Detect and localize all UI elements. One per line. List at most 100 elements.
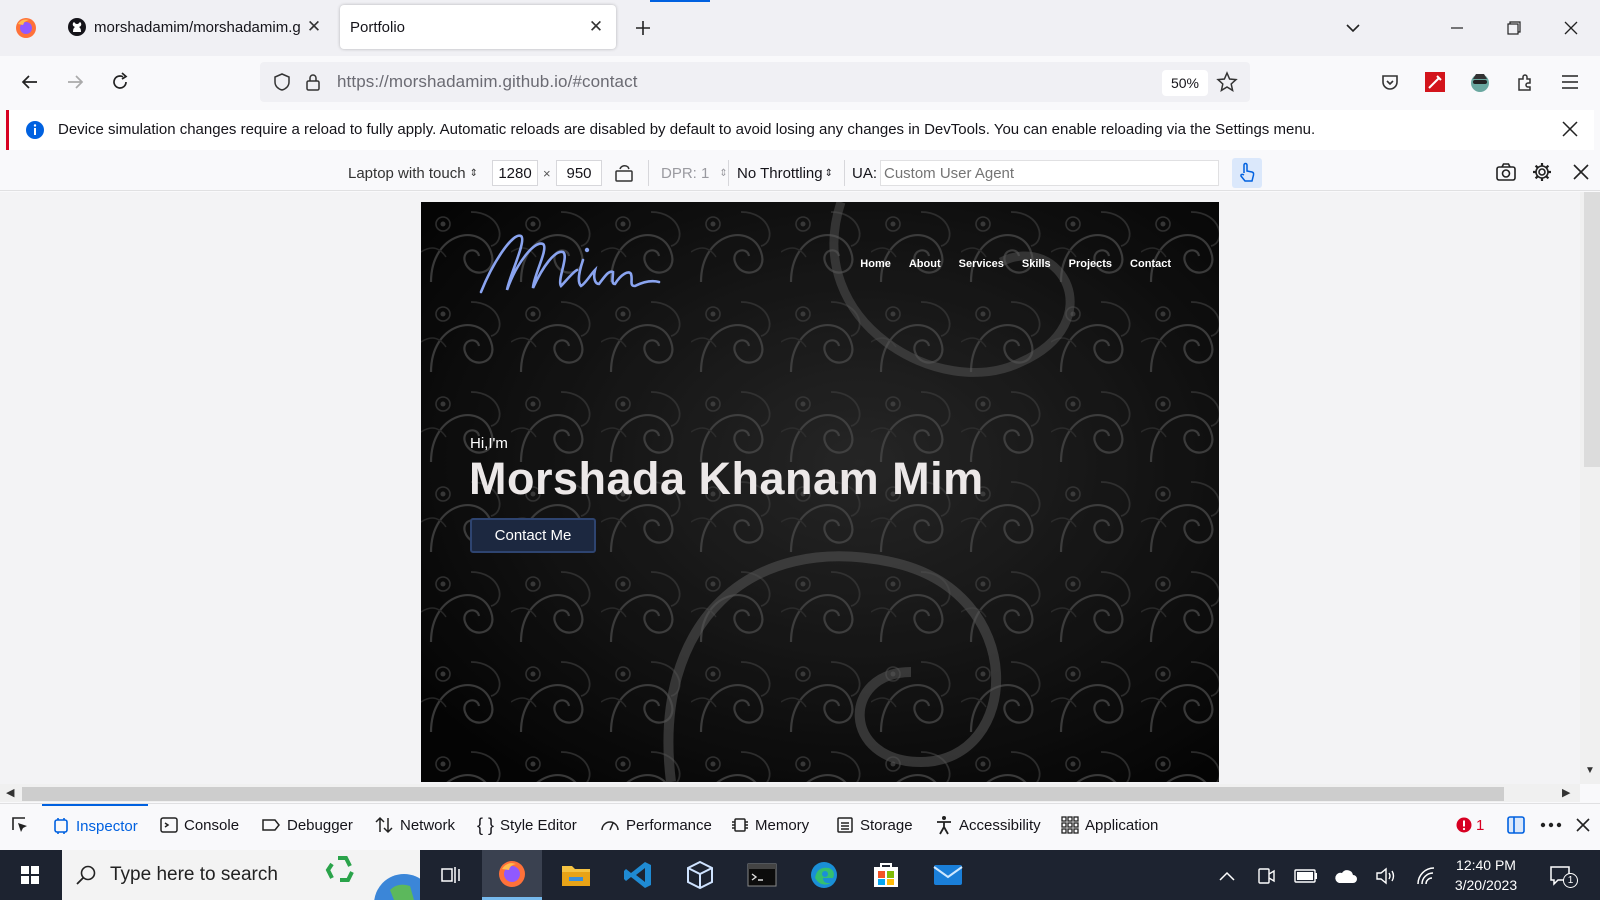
vscode-icon[interactable] [608, 850, 668, 900]
tab-network[interactable]: Network [374, 804, 455, 846]
tab-style-editor[interactable]: { } Style Editor [477, 804, 577, 846]
taskbar-firefox-icon[interactable] [482, 850, 542, 900]
updown-caret-icon: ⇕ [719, 167, 728, 179]
firefox-icon[interactable] [14, 16, 38, 40]
rotate-viewport-icon[interactable] [613, 160, 635, 186]
site-nav-home[interactable]: Home [860, 258, 891, 270]
tab-inspector[interactable]: Inspector [42, 804, 148, 846]
horizontal-scrollbar[interactable]: ◀ ▶ [0, 784, 1580, 802]
task-view-icon[interactable] [420, 850, 480, 900]
error-icon [1456, 817, 1472, 833]
site-navigation: Home About Services Skills Projects Cont… [860, 258, 1171, 270]
viewport-width-input[interactable]: 1280 [492, 160, 538, 186]
site-nav-services[interactable]: Services [959, 258, 1004, 270]
screenshot-camera-icon[interactable] [1495, 161, 1517, 183]
element-picker-icon[interactable] [10, 804, 30, 846]
battery-icon[interactable] [1293, 863, 1319, 889]
restore-button[interactable] [1500, 14, 1528, 42]
tab-github[interactable]: morshadamim/morshadamim.g ✕ [60, 5, 326, 49]
error-count-badge[interactable]: 1 [1456, 804, 1484, 846]
url-bar[interactable]: https://morshadamim.github.io/#contact 5… [260, 62, 1250, 102]
vertical-scrollbar[interactable]: ▼ [1580, 192, 1600, 784]
lock-icon[interactable] [304, 72, 322, 92]
taskbar-search-box[interactable]: Type here to search [62, 850, 420, 900]
dpr-selector[interactable]: DPR: 1 ⇕ [661, 160, 728, 186]
tab-performance[interactable]: Performance [600, 804, 712, 846]
list-all-tabs-button[interactable] [1339, 14, 1367, 42]
site-nav-about[interactable]: About [909, 258, 941, 270]
close-rdm-icon[interactable] [1572, 163, 1590, 181]
site-nav-projects[interactable]: Projects [1069, 258, 1112, 270]
tab-portfolio[interactable]: Portfolio ✕ [340, 5, 616, 49]
site-nav-contact[interactable]: Contact [1130, 258, 1171, 270]
close-window-button[interactable] [1557, 14, 1585, 42]
terminal-icon[interactable] [732, 850, 792, 900]
3d-viewer-cube-icon[interactable] [670, 850, 730, 900]
scroll-left-arrow-icon[interactable]: ◀ [6, 786, 14, 799]
greeting-text: Hi,I'm [470, 435, 508, 452]
tab-console[interactable]: Console [160, 804, 239, 846]
edge-browser-icon[interactable] [794, 850, 854, 900]
site-nav-skills[interactable]: Skills [1022, 258, 1051, 270]
dock-side-icon[interactable] [1506, 804, 1526, 846]
new-tab-button[interactable] [629, 14, 657, 42]
tab-application[interactable]: Application [1061, 804, 1158, 846]
meet-now-icon[interactable] [1253, 863, 1279, 889]
windows-start-icon[interactable] [0, 850, 60, 900]
extensions-puzzle-icon[interactable] [1509, 66, 1541, 98]
reload-button[interactable] [104, 66, 136, 98]
inspector-icon [54, 818, 68, 834]
braces-icon: { } [477, 814, 495, 835]
device-selector[interactable]: Laptop with touch ⇕ [348, 160, 478, 186]
wifi-icon[interactable] [1413, 863, 1439, 889]
tab-debugger[interactable]: Debugger [261, 804, 353, 846]
site-logo[interactable] [473, 222, 663, 302]
user-agent-input[interactable] [880, 160, 1219, 186]
menu-hamburger-icon[interactable] [1554, 66, 1586, 98]
scroll-down-arrow-icon[interactable]: ▼ [1585, 765, 1595, 776]
dimension-times-sign: × [543, 165, 551, 181]
bookmark-star-icon[interactable] [1216, 71, 1238, 93]
tab-memory[interactable]: Memory [731, 804, 809, 846]
onedrive-cloud-icon[interactable] [1333, 863, 1359, 889]
network-throttling-selector[interactable]: No Throttling ⇕ [737, 160, 833, 186]
notification-message: Device simulation changes require a relo… [58, 121, 1316, 138]
close-devtools-icon[interactable] [1575, 804, 1591, 846]
more-options-icon[interactable] [1540, 804, 1562, 846]
close-tab-icon[interactable]: ✕ [302, 15, 326, 39]
close-tab-icon[interactable]: ✕ [584, 15, 608, 39]
tab-storage[interactable]: Storage [836, 804, 913, 846]
tab-accessibility[interactable]: Accessibility [935, 804, 1041, 846]
zoom-level-badge[interactable]: 50% [1162, 70, 1208, 96]
pocket-icon[interactable] [1374, 66, 1406, 98]
ua-label: UA: [852, 164, 878, 182]
minimize-button[interactable] [1443, 14, 1471, 42]
file-explorer-icon[interactable] [546, 850, 606, 900]
viewport-height-input[interactable]: 950 [556, 160, 602, 186]
close-notification-icon[interactable] [1561, 120, 1579, 138]
forward-button[interactable] [59, 66, 91, 98]
url-text[interactable]: https://morshadamim.github.io/#contact [337, 72, 638, 92]
device-name: Laptop with touch [348, 164, 466, 182]
clock-date: 3/20/2023 [1454, 877, 1518, 893]
microsoft-store-icon[interactable] [856, 850, 916, 900]
tracking-protection-shield-icon[interactable] [272, 72, 292, 92]
scroll-right-arrow-icon[interactable]: ▶ [1562, 786, 1570, 799]
show-hidden-icons-chevron-icon[interactable] [1214, 863, 1240, 889]
storage-icon [837, 817, 853, 833]
settings-gear-icon[interactable] [1531, 161, 1553, 183]
volume-icon[interactable] [1373, 863, 1399, 889]
vertical-scrollbar-thumb[interactable] [1584, 192, 1600, 467]
separator [844, 160, 845, 186]
touch-simulation-toggle[interactable] [1232, 158, 1262, 188]
taskbar-clock[interactable]: 12:40 PM 3/20/2023 [1446, 855, 1526, 895]
contact-me-button[interactable]: Contact Me [470, 518, 596, 553]
incognito-extension-icon[interactable] [1464, 66, 1496, 98]
color-picker-extension-icon[interactable] [1419, 66, 1451, 98]
action-center-notification-icon[interactable]: 1 [1548, 863, 1578, 889]
back-button[interactable] [14, 66, 46, 98]
mail-icon[interactable] [918, 850, 978, 900]
memory-chip-icon [732, 818, 748, 832]
horizontal-scrollbar-thumb[interactable] [22, 787, 1504, 801]
devtools-toolbar: Inspector Console Debugger Network { } S… [0, 803, 1600, 846]
